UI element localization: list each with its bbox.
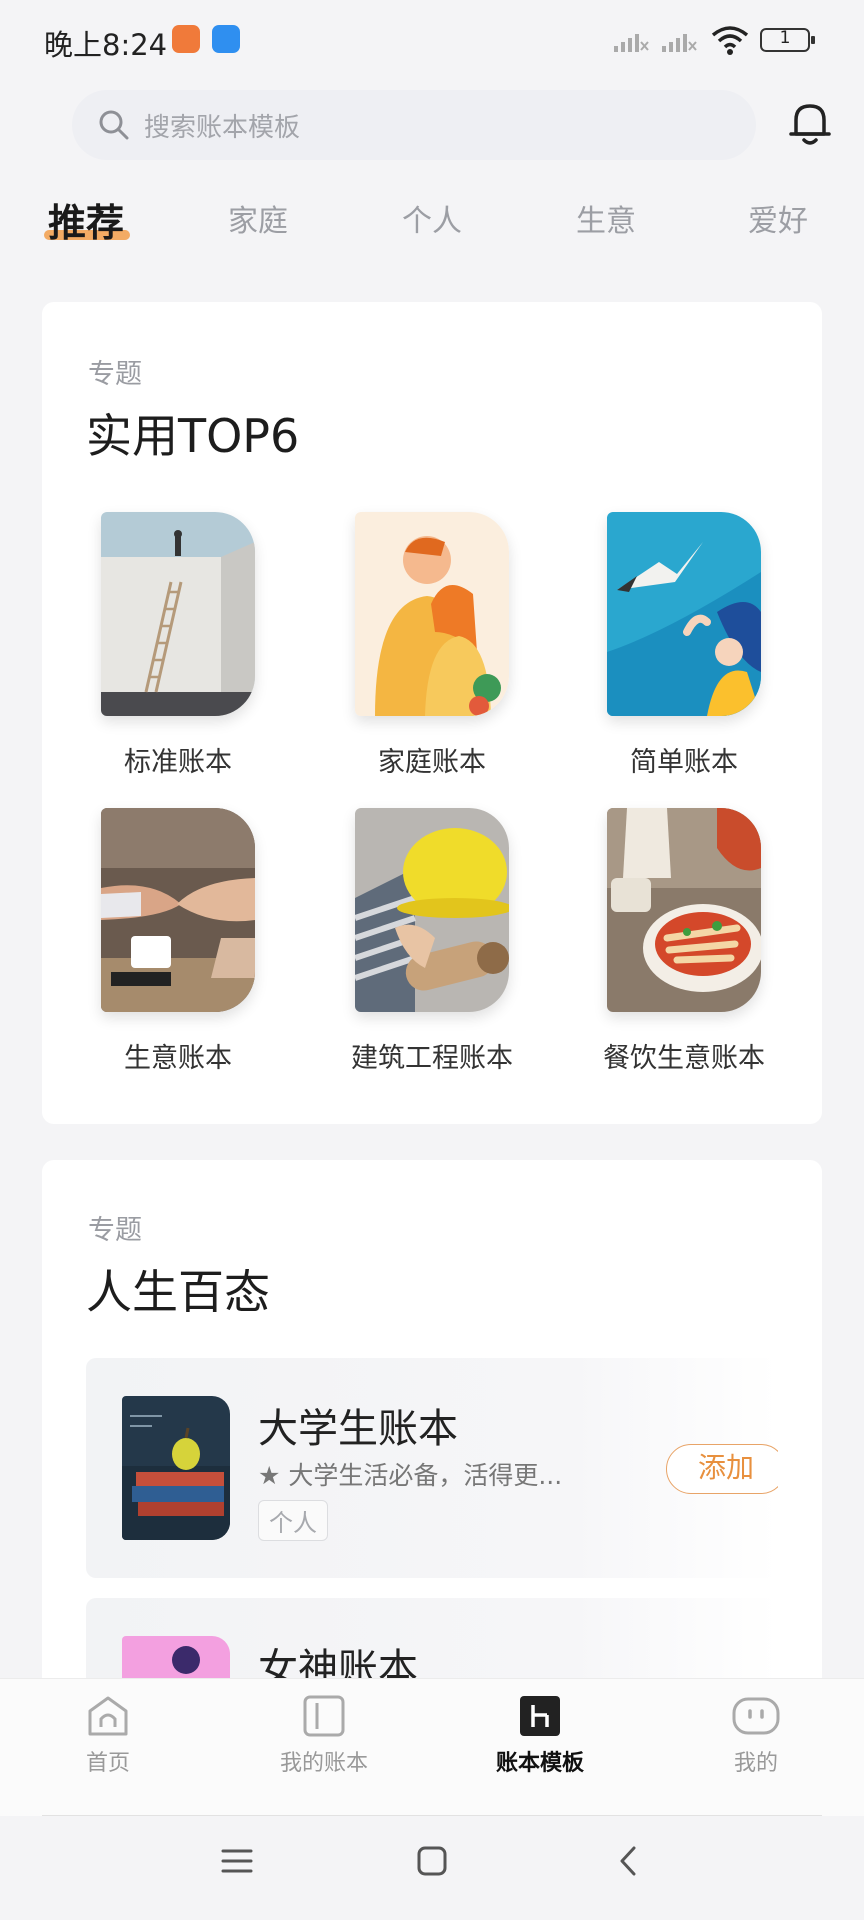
nav-label: 我的账本: [279, 1751, 368, 1776]
status-time: 晚上8:24: [44, 28, 168, 62]
template-label: 简单账本: [630, 747, 738, 778]
section-title: 实用TOP6: [86, 409, 300, 463]
section-title: 人生百态: [86, 1265, 270, 1319]
tab-family[interactable]: 家庭: [228, 196, 288, 240]
template-row-college[interactable]: 大学生账本 ★ 大学生活必备，活得更... 个人 添加: [86, 1358, 778, 1578]
template-label: 建筑工程账本: [351, 1043, 513, 1074]
life-card: 专题 人生百态 大学生账本 ★ 大学生活必备，活得更... 个人 添加 女神账本: [42, 1160, 822, 1818]
nav-home[interactable]: 首页: [28, 1693, 188, 1777]
template-restaurant[interactable]: 餐饮生意账本: [574, 808, 794, 1075]
template-label: 餐饮生意账本: [603, 1043, 765, 1074]
tab-personal[interactable]: 个人: [402, 196, 462, 240]
top6-card: 专题 实用TOP6 标准账本 家庭账本 简单账本 生意账本 建筑工程账本 餐饮生…: [42, 302, 822, 1124]
nav-label: 账本模板: [495, 1751, 584, 1776]
search-input[interactable]: 搜索账本模板: [72, 90, 756, 160]
signal-icon: [614, 34, 649, 52]
status-bar: 晚上8:24 1: [0, 0, 864, 84]
signal-icon-2: [662, 34, 697, 52]
template-cover: [101, 512, 255, 716]
search-placeholder: 搜索账本模板: [144, 113, 301, 143]
template-tag: 个人: [258, 1500, 328, 1541]
template-label: 标准账本: [124, 747, 232, 778]
profile-icon: [732, 1697, 780, 1735]
template-name: 大学生账本: [258, 1406, 458, 1452]
bell-icon[interactable]: [788, 100, 832, 146]
nav-my-books[interactable]: 我的账本: [244, 1693, 404, 1777]
search-icon: [99, 110, 129, 140]
template-simple[interactable]: 简单账本: [574, 512, 794, 779]
add-template-button[interactable]: 添加: [666, 1444, 778, 1494]
bottom-navigation: 首页 我的账本 账本模板 我的: [0, 1678, 864, 1817]
menu-icon[interactable]: [220, 1844, 254, 1878]
back-icon[interactable]: [612, 1844, 646, 1878]
app-notification-icon: [172, 25, 200, 53]
template-icon: [520, 1696, 560, 1736]
tab-recommend[interactable]: 推荐: [48, 192, 124, 247]
template-cover: [355, 808, 509, 1012]
nav-label: 我的: [733, 1751, 778, 1776]
nav-templates[interactable]: 账本模板: [460, 1693, 620, 1777]
section-kicker: 专题: [88, 1215, 142, 1246]
home-button-icon[interactable]: [415, 1844, 449, 1878]
template-cover: [101, 808, 255, 1012]
template-cover: [607, 808, 761, 1012]
template-thumbnail: [122, 1396, 230, 1540]
wifi-icon: [711, 26, 749, 55]
nav-profile[interactable]: 我的: [676, 1693, 836, 1777]
battery-icon: 1: [760, 28, 815, 52]
template-business[interactable]: 生意账本: [68, 808, 288, 1075]
template-family[interactable]: 家庭账本: [322, 512, 542, 779]
section-kicker: 专题: [88, 359, 142, 390]
home-icon: [88, 1696, 128, 1736]
book-icon: [303, 1695, 345, 1737]
template-description: ★ 大学生活必备，活得更...: [258, 1461, 563, 1490]
battery-level: 1: [779, 28, 791, 48]
nav-label: 首页: [85, 1751, 130, 1776]
app-notification-icon-2: [212, 25, 240, 53]
tab-business[interactable]: 生意: [576, 196, 636, 240]
template-construction[interactable]: 建筑工程账本: [322, 808, 542, 1075]
template-label: 家庭账本: [378, 747, 486, 778]
template-standard[interactable]: 标准账本: [68, 512, 288, 779]
template-label: 生意账本: [124, 1043, 232, 1074]
system-navigation-bar: [0, 1816, 864, 1920]
tab-hobby[interactable]: 爱好: [748, 196, 808, 240]
template-cover: [355, 512, 509, 716]
template-cover: [607, 512, 761, 716]
